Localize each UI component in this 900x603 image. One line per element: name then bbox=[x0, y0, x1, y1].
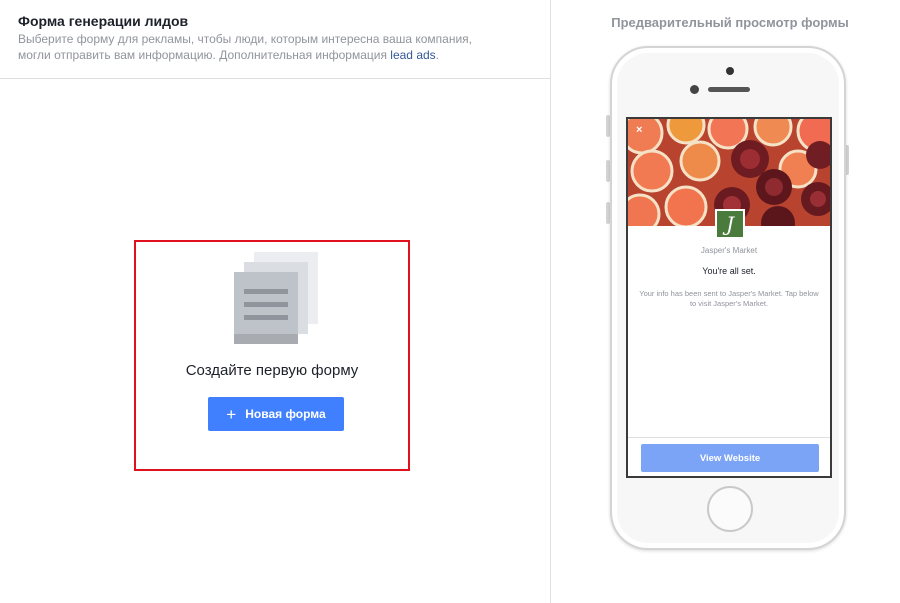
phone-speaker bbox=[708, 87, 750, 92]
phone-camera-icon bbox=[726, 67, 734, 75]
panel-header: Форма генерации лидов Выберите форму для… bbox=[0, 0, 550, 79]
confirmation-title: You're all set. bbox=[702, 266, 756, 276]
sheet-front bbox=[234, 272, 298, 344]
phone-home-button bbox=[707, 486, 753, 532]
text-line bbox=[244, 302, 288, 307]
panel-title: Форма генерации лидов bbox=[18, 13, 189, 29]
description-suffix: . bbox=[435, 47, 440, 62]
forms-stack-icon bbox=[234, 252, 320, 348]
panel-description: Выберите форму для рекламы, чтобы люди, … bbox=[18, 32, 508, 63]
new-form-button[interactable]: + Новая форма bbox=[208, 397, 344, 431]
sheet-bottom-bar bbox=[234, 334, 298, 344]
phone-screen: × J Jasper's Market You're all set. Your… bbox=[626, 117, 832, 478]
text-line bbox=[244, 315, 288, 320]
preview-title: Предварительный просмотр формы bbox=[611, 15, 849, 30]
company-logo: J bbox=[715, 209, 745, 239]
empty-state-title: Создайте первую форму bbox=[185, 362, 359, 379]
screen-divider bbox=[628, 437, 830, 438]
company-name: Jasper's Market bbox=[700, 246, 758, 255]
phone-front-camera-icon bbox=[690, 85, 699, 94]
plus-icon: + bbox=[226, 404, 237, 424]
text-line bbox=[244, 289, 288, 294]
view-website-button[interactable]: View Website bbox=[641, 444, 819, 472]
lead-ads-link[interactable]: lead ads bbox=[390, 48, 435, 62]
confirmation-message: Your info has been sent to Jasper's Mark… bbox=[639, 289, 819, 308]
new-form-label: Новая форма bbox=[245, 407, 326, 421]
close-icon[interactable]: × bbox=[636, 124, 642, 136]
